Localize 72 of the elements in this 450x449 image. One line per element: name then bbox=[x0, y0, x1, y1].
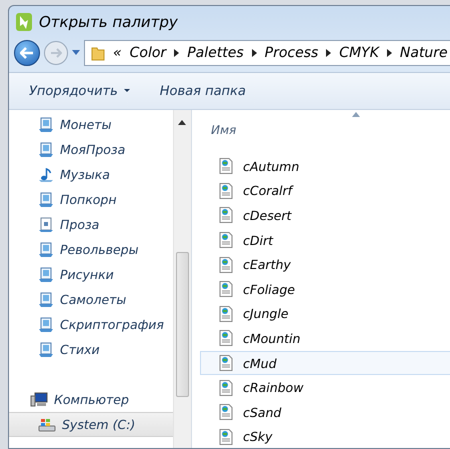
sidebar-item[interactable]: System (C:) bbox=[9, 412, 173, 437]
sidebar-item[interactable]: Стихи bbox=[9, 337, 173, 362]
library-icon bbox=[38, 242, 54, 258]
forward-arrow-icon bbox=[50, 48, 62, 58]
breadcrumb-item[interactable]: CMYK bbox=[339, 45, 379, 61]
library-icon bbox=[38, 142, 54, 158]
sidebar-item[interactable]: Самолеты bbox=[9, 287, 173, 312]
library-icon bbox=[38, 116, 54, 132]
library-icon bbox=[38, 342, 54, 358]
overflow-chevron[interactable]: « bbox=[113, 45, 122, 61]
file-item[interactable]: cDirt bbox=[200, 228, 450, 252]
file-item[interactable]: cSand bbox=[200, 400, 450, 425]
drive-icon bbox=[38, 416, 56, 432]
palette-file-icon bbox=[219, 355, 233, 372]
address-bar[interactable]: « Color Palettes Process CMYK Nature bbox=[84, 40, 450, 66]
sidebar-item[interactable]: Рисунки bbox=[9, 262, 173, 287]
column-header[interactable]: Имя bbox=[200, 110, 450, 150]
breadcrumb-arrow-icon[interactable] bbox=[252, 49, 257, 57]
library-icon bbox=[38, 292, 54, 308]
palette-file-icon bbox=[219, 428, 233, 445]
palette-file-icon bbox=[219, 404, 233, 420]
window-title: Открыть палитру bbox=[39, 13, 178, 31]
scroll-up-arrow-icon[interactable] bbox=[178, 120, 186, 125]
palette-file-icon bbox=[219, 330, 233, 346]
breadcrumb-arrow-icon[interactable] bbox=[386, 49, 392, 57]
palette-file-icon bbox=[219, 182, 233, 199]
file-item[interactable]: cRainbow bbox=[200, 375, 450, 400]
organize-menu-button[interactable]: Упорядочить bbox=[21, 80, 138, 102]
file-item[interactable]: cEarthy bbox=[200, 252, 450, 277]
sidebar-item[interactable]: Компьютер bbox=[9, 387, 173, 412]
sidebar-item[interactable]: Револьверы bbox=[9, 237, 173, 262]
folder-icon bbox=[91, 45, 105, 61]
sidebar-item[interactable]: Музыка bbox=[9, 162, 173, 187]
palette-file-icon bbox=[219, 158, 233, 174]
sidebar-item[interactable]: Монеты bbox=[9, 112, 173, 137]
scrollbar[interactable] bbox=[173, 110, 191, 448]
back-arrow-icon bbox=[20, 47, 34, 59]
breadcrumb-arrow-icon[interactable] bbox=[174, 49, 180, 57]
file-item[interactable]: cJungle bbox=[200, 302, 450, 326]
breadcrumb-item[interactable]: Palettes bbox=[187, 45, 244, 61]
library-icon bbox=[38, 192, 54, 208]
document-icon bbox=[38, 216, 54, 232]
music-note-icon bbox=[38, 166, 54, 182]
sidebar-item[interactable]: Проза bbox=[9, 212, 173, 237]
breadcrumb-item[interactable]: Nature bbox=[400, 45, 448, 61]
breadcrumb-item[interactable]: Color bbox=[130, 45, 166, 61]
app-logo-icon bbox=[16, 13, 32, 31]
new-folder-button[interactable]: Новая папка bbox=[152, 80, 254, 102]
file-item[interactable]: cMountin bbox=[200, 326, 450, 351]
sort-arrow-icon bbox=[352, 112, 360, 117]
sidebar-item[interactable]: Попкорн bbox=[9, 187, 173, 212]
palette-file-icon bbox=[219, 380, 233, 396]
file-item[interactable]: cMud bbox=[200, 350, 450, 376]
sidebar-item[interactable]: МояПроза bbox=[9, 137, 173, 162]
history-dropdown-icon[interactable] bbox=[72, 50, 80, 56]
palette-file-icon bbox=[219, 232, 233, 248]
file-item[interactable]: cDesert bbox=[200, 203, 450, 228]
palette-file-icon bbox=[219, 281, 233, 298]
file-item[interactable]: cSky bbox=[200, 424, 450, 448]
sidebar-item[interactable]: Скриптография bbox=[9, 312, 173, 337]
computer-icon bbox=[30, 392, 48, 408]
file-item[interactable]: cCoralrf bbox=[200, 178, 450, 204]
breadcrumb-arrow-icon[interactable] bbox=[326, 49, 332, 57]
file-item[interactable]: cAutumn bbox=[200, 154, 450, 179]
file-item[interactable]: cFoliage bbox=[200, 276, 450, 302]
palette-file-icon bbox=[219, 256, 233, 273]
breadcrumb-item[interactable]: Process bbox=[264, 45, 318, 61]
back-button[interactable] bbox=[14, 40, 40, 66]
palette-file-icon bbox=[219, 207, 233, 224]
palette-file-icon bbox=[219, 306, 233, 322]
library-icon bbox=[38, 316, 54, 332]
library-icon bbox=[38, 266, 54, 282]
